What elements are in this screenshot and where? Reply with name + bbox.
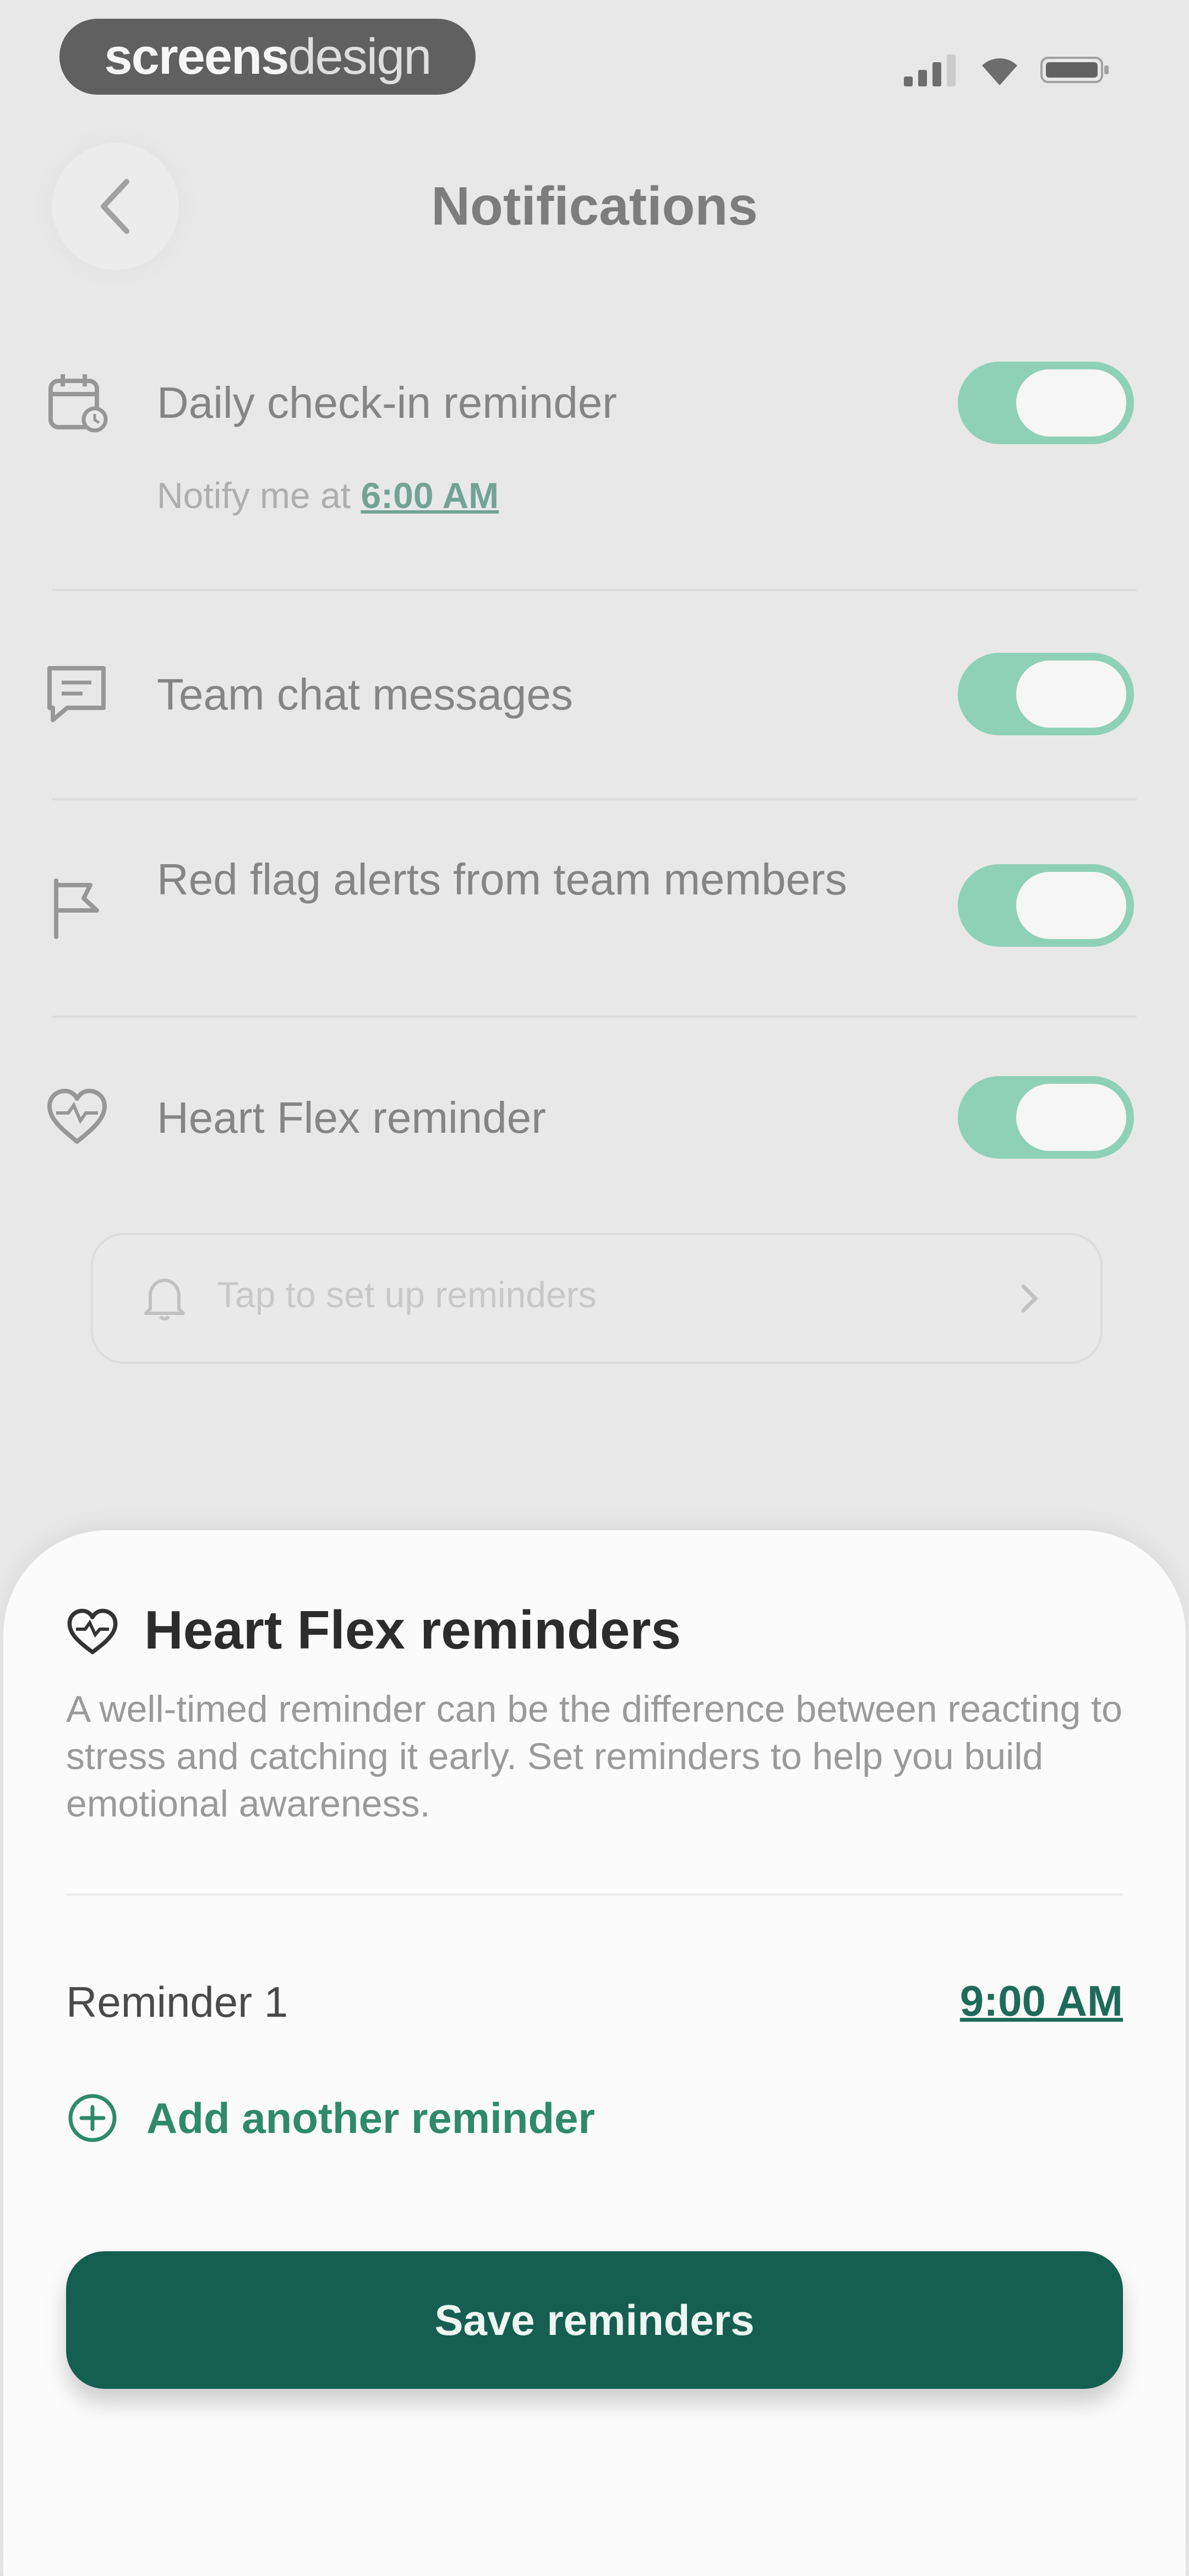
reminder-time-link[interactable]: 9:00 AM (960, 1976, 1123, 2026)
reminder-label: Reminder 1 (66, 1978, 288, 2026)
chat-icon (47, 666, 106, 722)
save-reminders-button[interactable]: Save reminders (66, 2251, 1123, 2389)
status-icons (904, 51, 1112, 89)
page-title: Notifications (431, 176, 758, 236)
notify-time-link[interactable]: 6:00 AM (361, 475, 499, 516)
red-flag-toggle[interactable] (958, 864, 1134, 947)
team-chat-toggle[interactable] (958, 653, 1134, 735)
divider (52, 589, 1137, 591)
daily-checkin-toggle[interactable] (958, 362, 1134, 444)
toggle-knob (1016, 872, 1126, 939)
toggle-knob (1016, 369, 1126, 436)
toggle-knob (1016, 661, 1126, 728)
daily-checkin-label: Daily check-in reminder (157, 378, 617, 427)
plus-circle-icon (68, 2094, 117, 2142)
add-reminder-label: Add another reminder (146, 2093, 595, 2142)
toggle-knob (1016, 1084, 1126, 1151)
chevron-right-icon (1021, 1284, 1038, 1313)
team-chat-label: Team chat messages (157, 670, 573, 719)
divider (52, 1016, 1137, 1018)
heart-flex-label: Heart Flex reminder (157, 1093, 546, 1142)
sheet-description: A well-timed reminder can be the differe… (66, 1688, 1122, 1825)
battery-icon (1040, 57, 1109, 83)
brand-badge: screens design (59, 19, 476, 95)
flag-icon (54, 878, 99, 939)
heart-icon (47, 1089, 107, 1144)
brand-bold-text: screens (104, 28, 290, 85)
heart-icon (67, 1608, 118, 1655)
notify-time-row: Notify me at 6:00 AM (157, 474, 499, 516)
notify-prefix: Notify me at (157, 475, 351, 516)
bell-icon (144, 1279, 185, 1320)
brand-light-text: design (288, 28, 432, 85)
calendar-clock-icon (48, 374, 108, 433)
sheet-title: Heart Flex reminders (144, 1600, 681, 1660)
setup-reminders-row[interactable]: Tap to set up reminders (91, 1233, 1103, 1364)
divider (52, 798, 1137, 800)
add-reminder-button[interactable]: Add another reminder (66, 2092, 595, 2144)
heart-flex-toggle[interactable] (958, 1076, 1134, 1159)
divider (66, 1893, 1123, 1896)
wifi-icon (982, 58, 1017, 85)
signal-icon (904, 54, 956, 86)
setup-reminders-text: Tap to set up reminders (217, 1274, 597, 1315)
red-flag-label: Red flag alerts from team members (157, 855, 847, 904)
